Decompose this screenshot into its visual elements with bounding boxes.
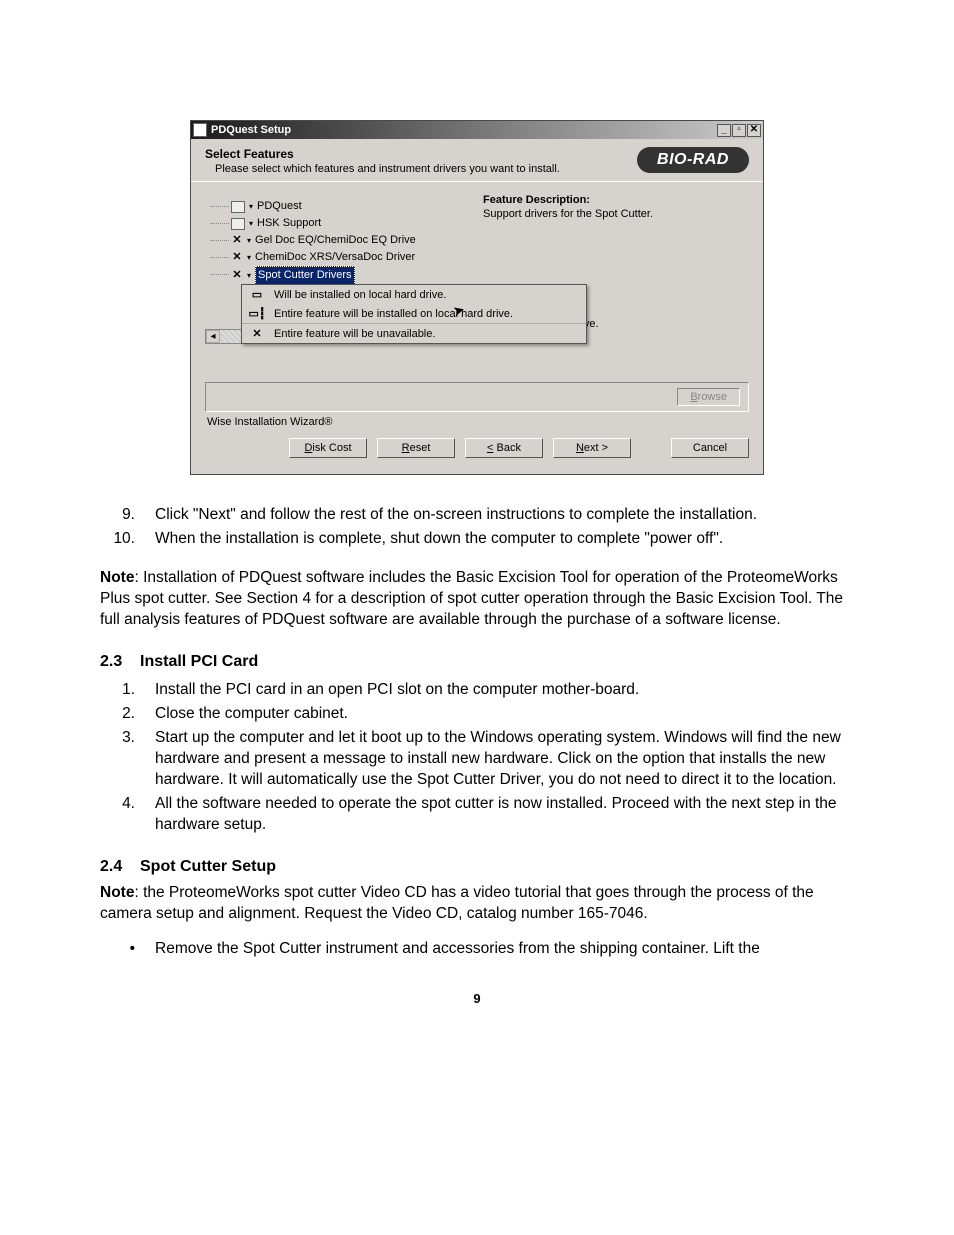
feature-tree-area: + ▾ PDQuest ▾ HSK Support ✕▾ Gel Doc EQ/ [205, 194, 469, 374]
tree-item-spotcutter[interactable]: ✕▾ Spot Cutter Drivers [231, 266, 467, 285]
disk-icon [231, 218, 245, 230]
menu-label: Will be installed on local hard drive. [274, 289, 446, 301]
note-paragraph: Note: Installation of PDQuest software i… [100, 568, 854, 631]
feature-desc-heading: Feature Description: [483, 194, 745, 206]
note-label: Note [100, 884, 134, 901]
x-icon: ✕ [231, 249, 243, 266]
list-number: 10. [100, 529, 155, 550]
list-text: Close the computer cabinet. [155, 704, 854, 725]
install-option-menu[interactable]: ▭ Will be installed on local hard drive.… [241, 284, 587, 344]
caret-icon: ▾ [247, 232, 251, 249]
header-title: Select Features [205, 147, 637, 161]
browse-panel: Browse [205, 382, 749, 412]
tree-label: Gel Doc EQ/ChemiDoc EQ Drive [255, 232, 416, 249]
browse-button[interactable]: Browse [677, 388, 740, 406]
menu-label: Entire feature will be unavailable. [274, 328, 435, 340]
list-number: 4. [100, 794, 155, 836]
section-number: 2.4 [100, 856, 140, 878]
document-body: 9. Click "Next" and follow the rest of t… [100, 505, 854, 1008]
tree-item-hsk[interactable]: ▾ HSK Support [231, 215, 467, 232]
caret-icon: ▾ [247, 249, 251, 266]
tree-label: ChemiDoc XRS/VersaDoc Driver [255, 249, 415, 266]
cancel-button[interactable]: Cancel [671, 438, 749, 458]
list-text: Click "Next" and follow the rest of the … [155, 505, 854, 526]
list-item: 4.All the software needed to operate the… [100, 794, 854, 836]
menu-opt-local[interactable]: ▭ Will be installed on local hard drive. [242, 285, 586, 304]
disk-icon: ▭ [248, 288, 266, 301]
list-item: 9. Click "Next" and follow the rest of t… [100, 505, 854, 526]
section-heading-2-4: 2.4Spot Cutter Setup [100, 856, 854, 878]
tree-item-chemidoc[interactable]: ✕▾ ChemiDoc XRS/VersaDoc Driver [231, 249, 467, 266]
x-icon: ✕ [231, 232, 243, 249]
note-label: Note [100, 569, 134, 586]
brand-logo: BIO-RAD [637, 147, 749, 173]
list-text: All the software needed to operate the s… [155, 794, 854, 836]
note-text: : Installation of PDQuest software inclu… [100, 569, 843, 628]
menu-opt-entire[interactable]: ▭┇ Entire feature will be installed on l… [242, 304, 586, 323]
note-paragraph: Note: the ProteomeWorks spot cutter Vide… [100, 883, 854, 925]
section-title: Install PCI Card [140, 653, 258, 670]
tree-item-pdquest[interactable]: ▾ PDQuest [231, 198, 467, 215]
list-number: 3. [100, 728, 155, 791]
pdquest-setup-dialog: PDQuest Setup _ ▫ ✕ Select Features Plea… [190, 120, 764, 475]
caret-icon: ▾ [249, 215, 253, 232]
page-number: 9 [100, 990, 854, 1008]
window-title: PDQuest Setup [211, 124, 717, 136]
disk-icon [231, 201, 245, 213]
button-row: Disk Cost Reset < Back Next > Cancel [205, 428, 749, 470]
app-icon [193, 123, 207, 137]
header-subtext: Please select which features and instrum… [215, 163, 637, 175]
feature-desc-text: Support drivers for the Spot Cutter. [483, 208, 745, 220]
close-button[interactable]: ✕ [747, 124, 761, 137]
disk-cost-button[interactable]: Disk Cost [289, 438, 367, 458]
list-text: Start up the computer and let it boot up… [155, 728, 854, 791]
list-item: 3.Start up the computer and let it boot … [100, 728, 854, 791]
tree-label: Spot Cutter Drivers [255, 266, 355, 285]
section-heading-2-3: 2.3Install PCI Card [100, 651, 854, 673]
list-number: 1. [100, 680, 155, 701]
list-item: 2.Close the computer cabinet. [100, 704, 854, 725]
list-item: 10. When the installation is complete, s… [100, 529, 854, 550]
wizard-label: Wise Installation Wizard® [205, 412, 749, 428]
reset-button[interactable]: Reset [377, 438, 455, 458]
bullet-icon: • [100, 939, 155, 960]
x-icon: ✕ [231, 267, 243, 284]
tree-label: PDQuest [257, 198, 302, 215]
list-text: When the installation is complete, shut … [155, 529, 854, 550]
next-button[interactable]: Next > [553, 438, 631, 458]
restore-button[interactable]: ▫ [732, 124, 746, 137]
list-number: 9. [100, 505, 155, 526]
bullet-item: • Remove the Spot Cutter instrument and … [100, 939, 854, 960]
tree-label: HSK Support [257, 215, 321, 232]
bullet-text: Remove the Spot Cutter instrument and ac… [155, 939, 760, 960]
x-icon: ✕ [248, 327, 266, 340]
tree-item-geldoc[interactable]: ✕▾ Gel Doc EQ/ChemiDoc EQ Drive [231, 232, 467, 249]
disk-tree-icon: ▭┇ [248, 307, 266, 320]
caret-icon: ▾ [249, 198, 253, 215]
list-item: 1.Install the PCI card in an open PCI sl… [100, 680, 854, 701]
menu-opt-unavailable[interactable]: ✕ Entire feature will be unavailable. [242, 323, 586, 343]
scroll-left-icon[interactable]: ◂ [206, 330, 220, 343]
titlebar[interactable]: PDQuest Setup _ ▫ ✕ [191, 121, 763, 139]
list-number: 2. [100, 704, 155, 725]
minimize-button[interactable]: _ [717, 124, 731, 137]
caret-icon: ▾ [247, 267, 251, 284]
dialog-header: Select Features Please select which feat… [191, 139, 763, 182]
note-text: : the ProteomeWorks spot cutter Video CD… [100, 884, 814, 922]
section-title: Spot Cutter Setup [140, 858, 276, 875]
section-number: 2.3 [100, 651, 140, 673]
list-text: Install the PCI card in an open PCI slot… [155, 680, 854, 701]
menu-label: Entire feature will be installed on loca… [274, 308, 513, 320]
back-button[interactable]: < Back [465, 438, 543, 458]
